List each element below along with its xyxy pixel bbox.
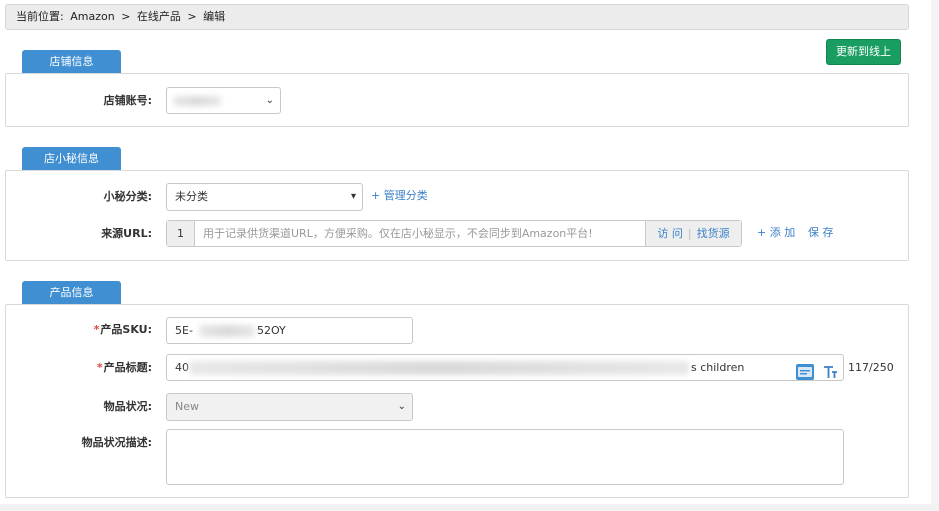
condition-label: 物品状况:	[103, 400, 152, 413]
save-url-link[interactable]: 保 存	[808, 222, 834, 244]
tab-store-info: 店铺信息	[22, 50, 121, 73]
chevron-down-icon: ⌄	[265, 95, 274, 106]
find-source-button[interactable]: 找货源	[697, 227, 730, 240]
divider: |	[687, 227, 692, 240]
sku-value-end: 52OY	[257, 324, 286, 337]
horizontal-scrollbar[interactable]	[0, 504, 939, 511]
redacted-title	[189, 361, 689, 375]
assistant-info-panel	[5, 170, 909, 261]
source-url-label: 来源URL:	[101, 227, 152, 240]
tab-product-info: 产品信息	[22, 281, 121, 304]
title-input[interactable]: 40 s children	[166, 354, 844, 381]
category-label: 小秘分类:	[103, 190, 152, 203]
condition-select[interactable]: New ⌄	[166, 393, 413, 421]
translate-icon[interactable]	[795, 364, 814, 380]
breadcrumb-item-edit: 编辑	[203, 10, 226, 23]
category-select[interactable]: 未分类 ▾	[166, 183, 363, 211]
title-value-start: 40	[175, 361, 189, 374]
title-tools	[792, 359, 840, 380]
vertical-scrollbar[interactable]	[931, 0, 939, 511]
required-mark: *	[96, 361, 103, 374]
breadcrumb-separator: >	[187, 10, 197, 23]
category-value: 未分类	[175, 190, 208, 203]
breadcrumb-separator: >	[121, 10, 131, 23]
breadcrumb-prefix: 当前位置:	[16, 10, 64, 23]
source-url-group: 1 用于记录供货渠道URL，方便采购。仅在店小秘显示，不会同步到Amazon平台…	[166, 220, 742, 247]
caret-down-icon: ▾	[350, 191, 356, 202]
condition-desc-label: 物品状况描述:	[81, 436, 152, 449]
title-label: *产品标题:	[96, 361, 152, 374]
redacted-account	[173, 96, 221, 106]
source-url-input[interactable]: 用于记录供货渠道URL，方便采购。仅在店小秘显示，不会同步到Amazon平台!	[203, 221, 593, 246]
condition-desc-textarea[interactable]	[166, 429, 844, 485]
sku-label: *产品SKU:	[93, 323, 152, 336]
store-account-label: 店铺账号:	[103, 94, 152, 107]
add-url-link[interactable]: + 添 加	[757, 222, 795, 244]
visit-button[interactable]: 访 问	[657, 227, 683, 240]
condition-value: New	[175, 400, 199, 413]
breadcrumb: 当前位置: Amazon > 在线产品 > 编辑	[5, 4, 909, 30]
manage-category-link[interactable]: + 管理分类	[371, 185, 428, 207]
redacted-sku	[199, 325, 255, 337]
required-mark: *	[93, 323, 100, 336]
sku-input[interactable]: 5E- 52OY	[166, 317, 413, 344]
sku-value-start: 5E-	[175, 324, 193, 337]
tab-assistant-info: 店小秘信息	[22, 147, 121, 170]
title-char-counter: 117/250	[848, 361, 894, 374]
update-online-button[interactable]: 更新到线上	[826, 39, 901, 65]
text-size-icon[interactable]	[821, 364, 839, 380]
title-value-end: s children	[691, 361, 745, 374]
breadcrumb-item-online-products[interactable]: 在线产品	[137, 10, 181, 23]
url-actions: 访 问 | 找货源	[645, 221, 741, 246]
url-index: 1	[167, 221, 195, 246]
chevron-down-icon: ⌄	[397, 401, 406, 412]
store-account-select[interactable]: ⌄	[166, 87, 281, 114]
breadcrumb-item-amazon[interactable]: Amazon	[70, 10, 114, 23]
